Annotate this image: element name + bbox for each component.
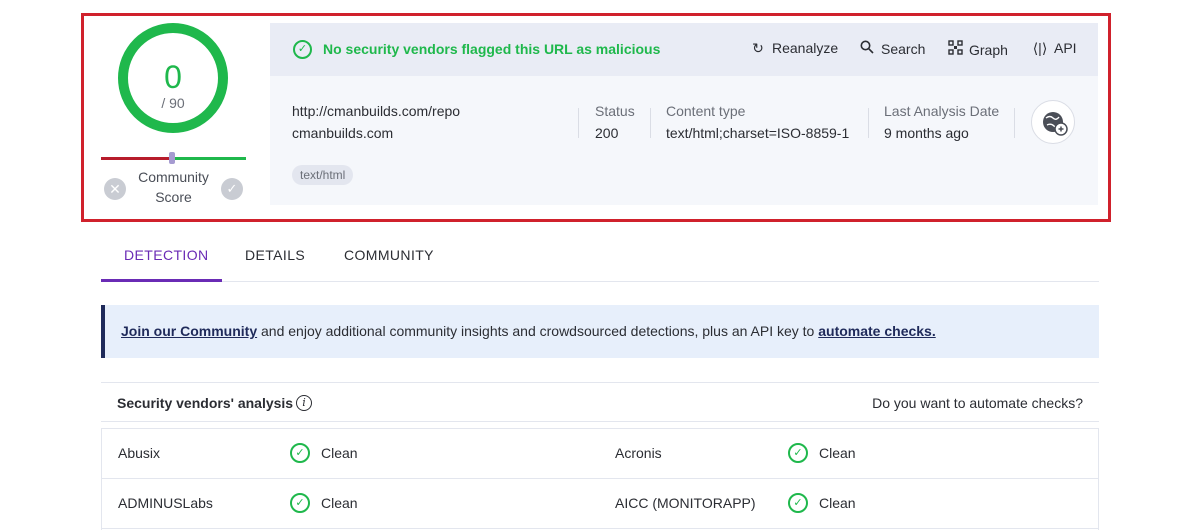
vendor-name: Acronis — [615, 445, 662, 461]
divider — [578, 108, 579, 138]
check-circle-icon: ✓ — [293, 40, 312, 59]
search-button[interactable]: Search — [859, 40, 925, 57]
automate-checks-link[interactable]: automate checks. — [818, 323, 936, 339]
api-button[interactable]: ⟨|⟩ API — [1032, 40, 1077, 57]
check-circle-icon: ✓ — [788, 443, 808, 463]
verdict-banner: ✓ No security vendors flagged this URL a… — [270, 23, 1098, 76]
community-notice: Join our Community and enjoy additional … — [101, 305, 1099, 358]
score-total: / 90 — [161, 95, 185, 111]
vendors-header: Security vendors' analysis i Do you want… — [101, 382, 1099, 422]
vendors-title: Security vendors' analysis — [117, 395, 294, 411]
last-analysis-label: Last Analysis Date — [884, 103, 1000, 119]
check-circle-icon: ✓ — [788, 493, 808, 513]
vendor-status: Clean — [819, 495, 856, 511]
table-row: ADMINUSLabs ✓ Clean AICC (MONITORAPP) ✓ … — [102, 479, 1098, 529]
active-tab-indicator — [101, 279, 222, 282]
tab-details[interactable]: DETAILS — [245, 247, 305, 263]
content-type-label: Content type — [666, 103, 746, 119]
automate-checks-question[interactable]: Do you want to automate checks? — [872, 395, 1083, 411]
vote-malicious-button[interactable]: ✕ — [104, 178, 126, 200]
content-tag[interactable]: text/html — [292, 165, 354, 185]
join-community-link[interactable]: Join our Community — [121, 323, 257, 339]
score-ring: 0 / 90 — [118, 23, 228, 133]
community-label-line1: Community — [138, 169, 209, 185]
api-icon: ⟨|⟩ — [1032, 40, 1048, 56]
analyzed-url: http://cmanbuilds.com/repo — [292, 103, 461, 119]
reanalyze-label: Reanalyze — [772, 40, 839, 56]
result-tabs: DETECTION DETAILS COMMUNITY — [101, 232, 1099, 282]
status-label: Status — [595, 103, 635, 119]
community-score-marker — [169, 152, 175, 164]
verdict-message: No security vendors flagged this URL as … — [323, 41, 661, 57]
vote-harmless-button[interactable]: ✓ — [221, 178, 243, 200]
tab-detection[interactable]: DETECTION — [124, 247, 209, 263]
graph-icon — [947, 40, 963, 58]
vendor-name: Abusix — [118, 445, 161, 461]
url-globe-icon — [1031, 100, 1075, 144]
community-bar-negative — [101, 157, 173, 160]
vendor-name: AICC (MONITORAPP) — [615, 495, 756, 511]
notice-text: Join our Community and enjoy additional … — [121, 323, 936, 339]
table-row: Abusix ✓ Clean Acronis ✓ Clean — [102, 429, 1098, 479]
divider — [650, 108, 651, 138]
notice-middle-text: and enjoy additional community insights … — [257, 323, 819, 339]
vendors-table: Abusix ✓ Clean Acronis ✓ Clean ADMINUSLa… — [101, 428, 1099, 530]
check-circle-icon: ✓ — [290, 443, 310, 463]
detection-score-panel: 0 / 90 ✕ Community Score ✓ — [96, 18, 256, 214]
search-label: Search — [881, 41, 926, 57]
community-score-label: Community Score — [126, 167, 221, 207]
search-icon — [859, 40, 875, 57]
divider — [1014, 108, 1015, 138]
tab-community[interactable]: COMMUNITY — [344, 247, 434, 263]
vendor-status: Clean — [321, 445, 358, 461]
score-number: 0 — [164, 59, 182, 95]
status-value: 200 — [595, 125, 619, 141]
graph-label: Graph — [969, 42, 1008, 58]
community-bar-positive — [173, 157, 246, 160]
content-type-value: text/html;charset=ISO-8859-1 — [666, 125, 850, 141]
check-circle-icon: ✓ — [290, 493, 310, 513]
vendor-status: Clean — [819, 445, 856, 461]
api-label: API — [1054, 40, 1077, 56]
graph-button[interactable]: Graph — [947, 40, 1008, 58]
last-analysis-value: 9 months ago — [884, 125, 969, 141]
url-info-panel: ✓ No security vendors flagged this URL a… — [270, 23, 1098, 205]
divider — [868, 108, 869, 138]
refresh-icon: ↻ — [752, 40, 764, 56]
vendor-status: Clean — [321, 495, 358, 511]
analyzed-domain[interactable]: cmanbuilds.com — [292, 125, 393, 141]
reanalyze-button[interactable]: ↻ Reanalyze — [750, 40, 838, 57]
community-label-line2: Score — [155, 189, 192, 205]
info-icon[interactable]: i — [296, 395, 312, 411]
vendor-name: ADMINUSLabs — [118, 495, 213, 511]
